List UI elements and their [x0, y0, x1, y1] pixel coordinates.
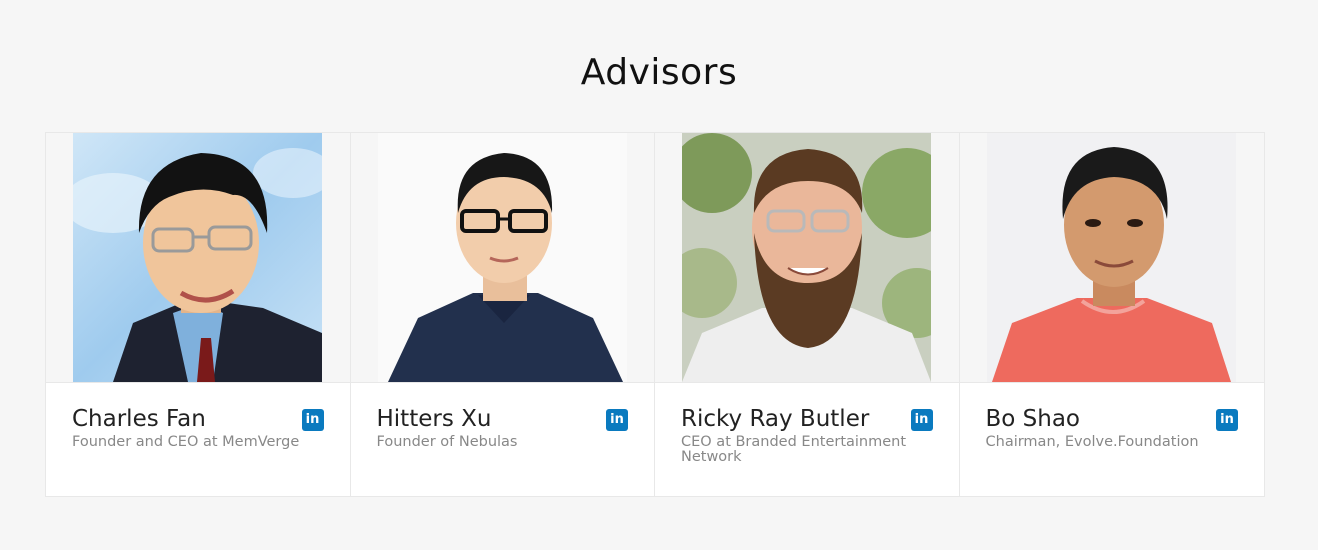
advisor-photo — [987, 133, 1237, 382]
advisor-role: Founder and CEO at MemVerge — [72, 434, 300, 450]
advisor-photo-frame — [655, 133, 959, 383]
advisor-info: Hitters Xu Founder of Nebulas in — [351, 383, 655, 450]
advisor-role: Chairman, Evolve.Foundation — [985, 434, 1199, 450]
linkedin-icon[interactable]: in — [910, 409, 933, 431]
advisor-photo-frame — [959, 133, 1264, 383]
advisor-name: Charles Fan — [72, 406, 206, 432]
advisor-card: Ricky Ray Butler CEO at Branded Entertai… — [655, 133, 960, 496]
advisors-section: Advisors Charles Fan Founder and CEO at … — [0, 0, 1318, 550]
advisor-photo-frame — [46, 133, 350, 383]
advisor-photo-frame — [350, 133, 654, 383]
advisor-name: Bo Shao — [985, 406, 1081, 432]
advisor-photo — [377, 133, 627, 382]
advisor-grid: Charles Fan Founder and CEO at MemVerge … — [45, 132, 1265, 497]
advisor-info: Charles Fan Founder and CEO at MemVerge … — [46, 383, 350, 450]
advisor-photo — [682, 133, 932, 382]
advisor-info: Bo Shao Chairman, Evolve.Foundation in — [960, 383, 1265, 450]
section-title: Advisors — [580, 52, 738, 93]
advisor-role: Founder of Nebulas — [376, 434, 518, 450]
linkedin-icon[interactable]: in — [1216, 409, 1238, 431]
advisor-name: Ricky Ray Butler — [681, 406, 870, 432]
advisor-name: Hitters Xu — [376, 406, 492, 432]
advisor-card: Hitters Xu Founder of Nebulas in — [350, 133, 655, 496]
advisor-info: Ricky Ray Butler CEO at Branded Entertai… — [655, 383, 959, 465]
advisor-card: Charles Fan Founder and CEO at MemVerge … — [46, 133, 351, 496]
linkedin-icon[interactable]: in — [606, 409, 628, 431]
advisor-role: CEO at Branded Entertainment Network — [681, 434, 907, 465]
advisor-photo — [73, 133, 323, 382]
advisor-card: Bo Shao Chairman, Evolve.Foundation in — [959, 133, 1265, 496]
linkedin-icon[interactable]: in — [301, 409, 324, 431]
